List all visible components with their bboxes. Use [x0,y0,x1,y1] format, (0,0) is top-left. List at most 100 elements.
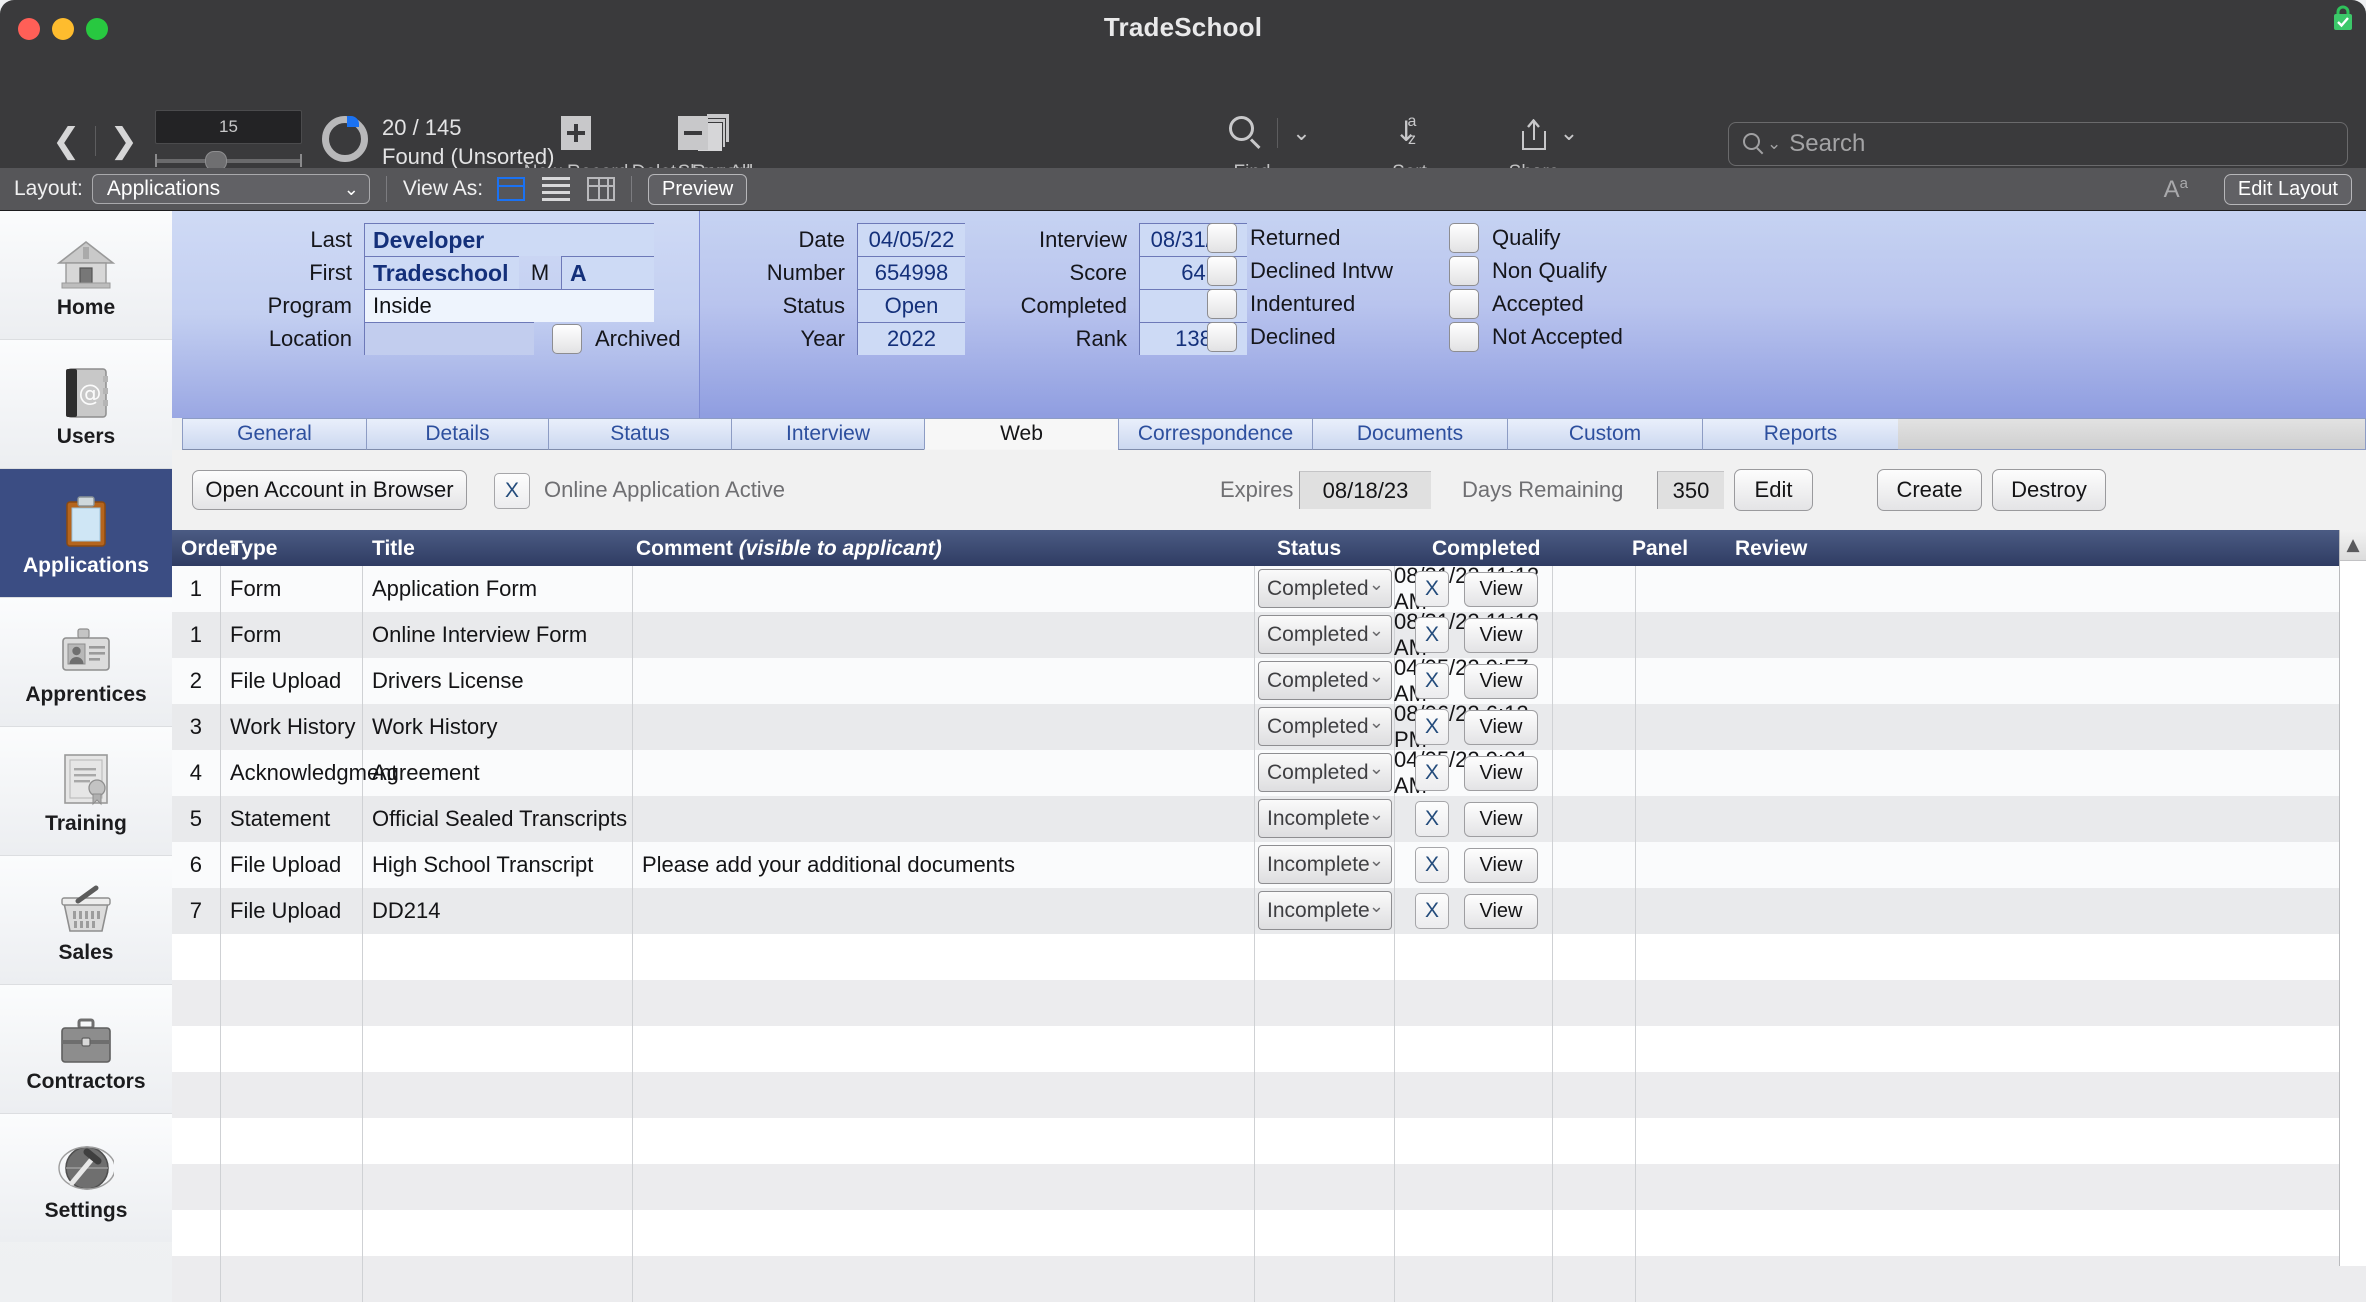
non-qualify-checkbox[interactable] [1449,256,1479,286]
sidebar-item-contractors[interactable]: Contractors [0,985,172,1114]
status-field[interactable]: Open [857,289,965,322]
sidebar-item-users[interactable]: @ Users [0,340,172,469]
qualify-checkbox[interactable] [1449,223,1479,253]
archived-checkbox[interactable] [552,323,582,354]
edit-button[interactable]: Edit [1734,469,1813,511]
status-select[interactable]: Incomplete ⌄ [1258,891,1392,930]
indentured-checkbox[interactable] [1207,289,1237,319]
review-view-button[interactable]: View [1464,710,1538,745]
status-select[interactable]: Completed ⌄ [1258,615,1392,654]
previous-record-button[interactable]: ❮ [38,124,95,158]
panel-x-button[interactable]: X [1415,617,1449,653]
chevron-down-icon[interactable]: ⌄ [1292,121,1310,146]
sidebar-item-settings[interactable]: Settings [0,1114,172,1242]
expires-field[interactable]: 08/18/23 [1299,471,1431,509]
view-as-table-icon[interactable] [587,177,616,201]
review-view-button[interactable]: View [1464,618,1538,653]
tab-details[interactable]: Details [366,418,549,450]
declined-intvw-checkbox[interactable] [1207,256,1237,286]
scroll-up-arrow-icon[interactable]: ▲ [2340,530,2366,561]
last-name-field[interactable]: Developer [364,223,654,256]
column-divider [220,1026,221,1072]
share-chevron-down-icon[interactable]: ⌄ [1560,121,1578,146]
status-select[interactable]: Completed ⌄ [1258,707,1392,746]
preview-button[interactable]: Preview [648,173,748,205]
table-row[interactable]: 4 Acknowledgment Agreement 04/05/22 9:01 AM… [172,747,2366,798]
location-field[interactable] [364,322,534,355]
days-remaining-field[interactable]: 350 [1657,471,1724,509]
panel-x-button[interactable]: X [1415,893,1449,929]
text-size-icon[interactable]: Aa [2164,175,2188,204]
destroy-button[interactable]: Destroy [1992,469,2106,511]
accepted-checkbox[interactable] [1449,289,1479,319]
status-select[interactable]: Completed ⌄ [1258,569,1392,608]
table-scrollbar[interactable]: ▲ [2339,530,2366,1266]
create-button[interactable]: Create [1877,469,1982,511]
review-view-button[interactable]: View [1464,894,1538,929]
declined-checkbox[interactable] [1207,322,1237,352]
status-select[interactable]: Completed ⌄ [1258,661,1392,700]
tab-reports[interactable]: Reports [1702,418,1899,450]
panel-x-button[interactable]: X [1415,847,1449,883]
panel-x-button[interactable]: X [1415,801,1449,837]
table-row[interactable]: 7 File Upload DD214 Incomplete ⌄ X View [172,888,2366,934]
view-as-form-icon[interactable] [497,177,526,201]
table-row[interactable]: 2 File Upload Drivers License 04/05/22 9:57… [172,655,2366,706]
last-name-label: Last [310,226,352,252]
view-as-list-icon[interactable] [542,177,571,201]
table-row[interactable]: 1FormOnline Interview Form08/31/22 11:12… [172,609,2366,660]
first-name-field[interactable]: Tradeschool [364,256,519,289]
program-field[interactable]: Inside [364,289,654,322]
search-input[interactable]: ⌄ Search [1728,122,2348,166]
table-row-empty [172,980,2366,1026]
record-index-field[interactable]: 15 [155,110,302,144]
review-view-button[interactable]: View [1464,848,1538,883]
tab-correspondence[interactable]: Correspondence [1118,418,1313,450]
number-field[interactable]: 654998 [857,256,965,289]
year-field[interactable]: 2022 [857,322,965,355]
cell-comment: Please add your additional documents [642,852,1016,877]
search-chevron-down-icon[interactable]: ⌄ [1767,134,1781,154]
tab-status[interactable]: Status [548,418,732,450]
returned-checkbox[interactable] [1207,223,1237,253]
open-account-in-browser-button[interactable]: Open Account in Browser [192,470,467,510]
status-select[interactable]: Incomplete ⌄ [1258,799,1392,838]
table-row[interactable]: 1FormApplication Form08/31/22 11:12 AMCo… [172,566,2366,614]
panel-x-button[interactable]: X [1415,709,1449,745]
date-field[interactable]: 04/05/22 [857,223,965,256]
panel-x-button[interactable]: X [1415,755,1449,791]
sidebar-item-applications[interactable]: Applications [0,469,172,598]
returned-label: Returned [1250,225,1341,250]
not-accepted-checkbox[interactable] [1449,322,1479,352]
chevron-down-icon: ⌄ [1368,620,1384,641]
tab-web[interactable]: Web [924,418,1119,450]
status-select[interactable]: Completed ⌄ [1258,753,1392,792]
layout-label: Layout: [14,177,83,200]
table-row[interactable]: 3 Work History Work History 08/06/22 6:12 P… [172,701,2366,752]
sidebar-item-sales[interactable]: Sales [0,856,172,985]
column-divider [1552,1072,1553,1118]
panel-x-button[interactable]: X [1415,571,1449,607]
review-view-button[interactable]: View [1464,664,1538,699]
tab-custom[interactable]: Custom [1507,418,1703,450]
tab-general[interactable]: General [182,418,367,450]
tab-documents[interactable]: Documents [1312,418,1508,450]
record-slider[interactable] [155,151,302,171]
tab-interview[interactable]: Interview [731,418,925,450]
table-row[interactable]: 5 Statement Official Sealed Transcripts Inc… [172,796,2366,842]
online-application-x-button[interactable]: X [494,473,530,509]
column-divider [1635,1118,1636,1164]
review-view-button[interactable]: View [1464,802,1538,837]
layout-select[interactable]: Applications ⌄ [91,174,370,204]
sidebar-item-apprentices[interactable]: Apprentices [0,598,172,727]
status-select[interactable]: Incomplete ⌄ [1258,845,1392,884]
next-record-button[interactable]: ❯ [96,124,153,158]
table-row[interactable]: 6 File Upload High School Transcript Please… [172,842,2366,888]
panel-x-button[interactable]: X [1415,663,1449,699]
edit-layout-button[interactable]: Edit Layout [2223,174,2352,205]
review-view-button[interactable]: View [1464,756,1538,791]
sidebar-item-training[interactable]: Training [0,727,172,856]
sidebar-item-home[interactable]: Home [0,211,172,340]
middle-initial-field[interactable]: A [561,256,654,289]
review-view-button[interactable]: View [1464,572,1538,607]
